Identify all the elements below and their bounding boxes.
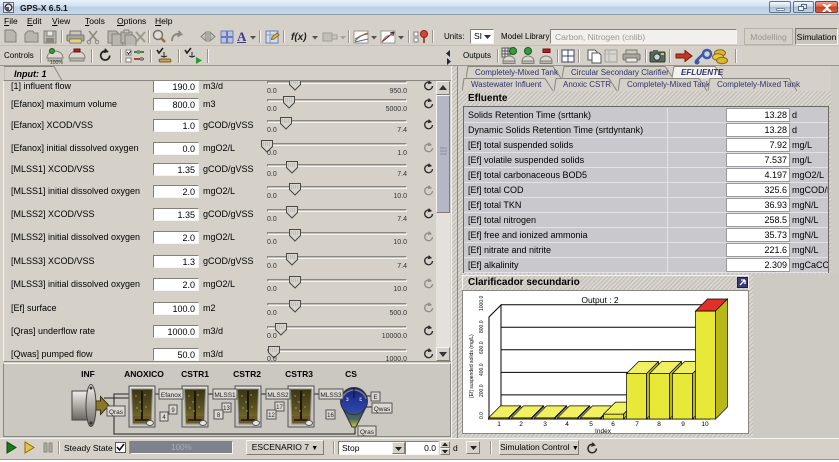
svg-text:INF: INF [81, 369, 95, 379]
svg-text:f(x): f(x) [291, 32, 307, 43]
svg-text:12: 12 [268, 413, 275, 419]
svg-text:1: 1 [497, 421, 501, 428]
svg-text:Index: Index [595, 428, 612, 433]
svg-text:1000.0: 1000.0 [479, 295, 485, 311]
svg-text:9: 9 [681, 421, 685, 428]
svg-text:16: 16 [327, 413, 334, 419]
svg-text:MLSS2: MLSS2 [267, 392, 289, 399]
svg-text:800.0: 800.0 [479, 320, 485, 333]
svg-text:200.0: 200.0 [479, 384, 485, 397]
svg-text:MLSS1: MLSS1 [214, 392, 236, 399]
svg-text:0.0: 0.0 [479, 412, 485, 419]
svg-text:A: A [237, 29, 247, 44]
svg-text:CS: CS [345, 369, 357, 379]
svg-text:4: 4 [565, 421, 569, 428]
svg-text:17: 17 [276, 405, 283, 411]
svg-text:13: 13 [223, 406, 230, 412]
svg-text:6: 6 [611, 421, 615, 428]
svg-text:Qras: Qras [360, 429, 375, 436]
svg-text:MLSS3: MLSS3 [320, 392, 342, 399]
svg-text:CSTR3: CSTR3 [285, 369, 313, 379]
svg-text:Qras: Qras [109, 409, 124, 416]
svg-text:600.0: 600.0 [479, 341, 485, 354]
svg-text:3: 3 [543, 421, 547, 428]
svg-text:Qwas: Qwas [374, 406, 391, 413]
svg-text:ANOXICO: ANOXICO [124, 369, 164, 379]
svg-text:Efanox: Efanox [161, 392, 182, 399]
svg-text:5: 5 [589, 421, 593, 428]
svg-text:CSTR2: CSTR2 [233, 369, 261, 379]
svg-text:8: 8 [657, 421, 661, 428]
svg-text:400.0: 400.0 [479, 363, 485, 376]
svg-text:E: E [373, 394, 378, 401]
svg-text:10: 10 [701, 421, 709, 428]
svg-text:CSTR1: CSTR1 [181, 369, 209, 379]
svg-text:7: 7 [635, 421, 639, 428]
svg-text:[Ef] suspended solids (mg/L): [Ef] suspended solids (mg/L) [469, 334, 475, 398]
svg-text:2: 2 [519, 421, 523, 428]
svg-text:Output : 2: Output : 2 [581, 295, 619, 305]
